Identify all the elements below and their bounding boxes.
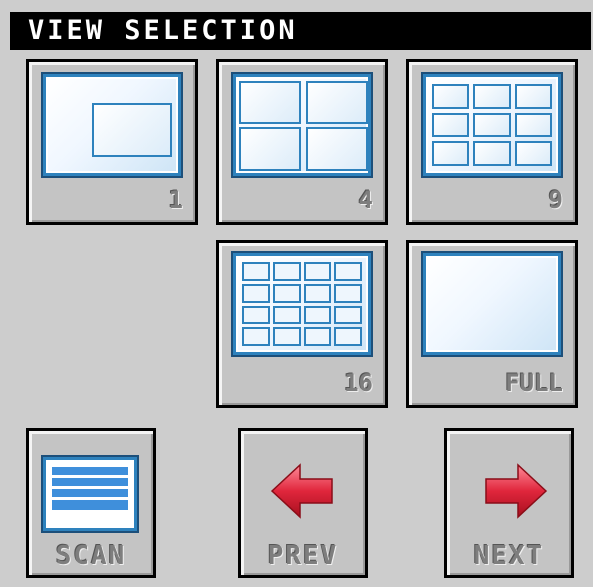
right-arrow-icon: [485, 463, 548, 519]
nine-view-icon: [421, 72, 563, 178]
sixteen-view-icon: [231, 251, 373, 357]
view-16-button[interactable]: 16: [216, 240, 388, 408]
view-full-button[interactable]: FULL: [406, 240, 578, 408]
view-9-label: 9: [548, 186, 563, 214]
prev-label: PREV: [267, 541, 339, 571]
next-button[interactable]: NEXT: [444, 428, 574, 578]
quad-view-icon: [231, 72, 373, 178]
left-arrow-icon: [270, 463, 333, 519]
view-full-label: FULL: [505, 369, 563, 397]
panel-title: VIEW SELECTION: [10, 12, 591, 50]
view-9-button[interactable]: 9: [406, 59, 578, 225]
view-1-label: 1: [168, 186, 183, 214]
full-view-icon: [421, 251, 563, 357]
scan-label: SCAN: [55, 541, 127, 571]
view-16-label: 16: [344, 369, 373, 397]
prev-button[interactable]: PREV: [238, 428, 368, 578]
single-view-icon: [41, 72, 183, 178]
scan-button[interactable]: SCAN: [26, 428, 156, 578]
view-1-button[interactable]: 1: [26, 59, 198, 225]
view-4-button[interactable]: 4: [216, 59, 388, 225]
view-4-label: 4: [358, 186, 373, 214]
next-label: NEXT: [473, 541, 545, 571]
scan-icon: [41, 455, 139, 533]
